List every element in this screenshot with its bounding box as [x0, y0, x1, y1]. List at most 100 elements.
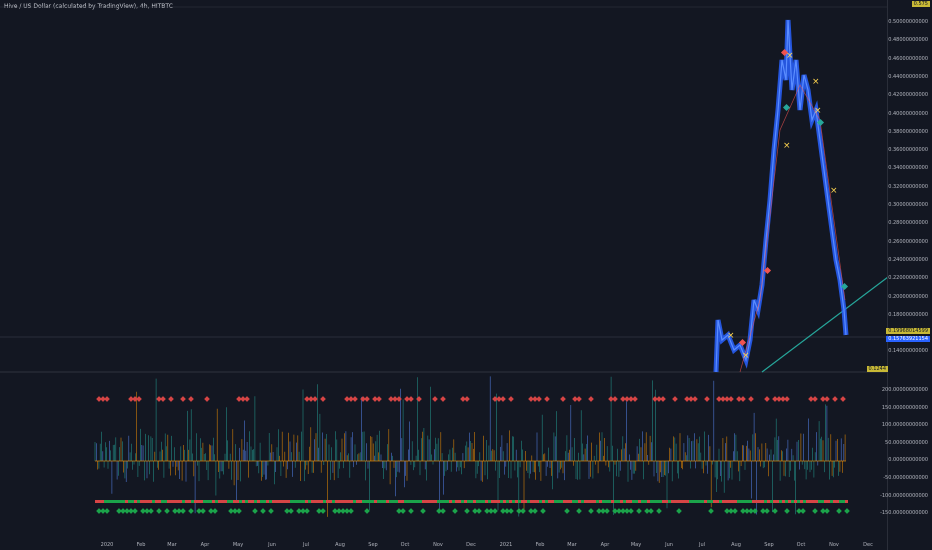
- osc-bottom-marker: [260, 508, 266, 514]
- osc-band-cell: [650, 500, 653, 503]
- osc-band-cell: [419, 500, 422, 503]
- osc-top-marker: [576, 396, 582, 402]
- price-axis[interactable]: 0.50000000000 0.48000000000 0.46000000000 0…: [887, 0, 932, 550]
- osc-top-marker: [832, 396, 838, 402]
- time-tick: Oct: [796, 542, 806, 548]
- osc-band-cell: [281, 500, 284, 503]
- osc-band-cell: [329, 500, 332, 503]
- time-tick: Aug: [731, 542, 741, 548]
- osc-bottom-marker: [540, 508, 546, 514]
- price-tick: 0.44000000000: [888, 73, 928, 80]
- osc-band-cell: [404, 500, 407, 503]
- time-tick: Nov: [829, 542, 839, 548]
- osc-bottom-marker: [156, 508, 162, 514]
- osc-band-cell: [728, 500, 731, 503]
- osc-band-cell: [698, 500, 701, 503]
- osc-band-cell: [587, 500, 590, 503]
- osc-bottom-marker: [636, 508, 642, 514]
- osc-band-cell: [278, 500, 281, 503]
- osc-band-cell: [434, 500, 437, 503]
- osc-bottom-marker: [628, 508, 634, 514]
- osc-band-cell: [794, 500, 797, 503]
- osc-bottom-marker: [148, 508, 154, 514]
- chart-canvas[interactable]: ×××××××: [0, 0, 888, 550]
- osc-top-marker: [508, 396, 514, 402]
- osc-bottom-marker: [304, 508, 310, 514]
- osc-tick: 200.00000000000: [881, 387, 928, 393]
- osc-band-cell: [356, 500, 359, 503]
- osc-bottom-marker: [348, 508, 354, 514]
- osc-band-cell: [689, 500, 692, 503]
- price-tick: 0.46000000000: [888, 55, 928, 62]
- osc-bottom-marker: [588, 508, 594, 514]
- osc-band-cell: [839, 500, 842, 503]
- osc-bottom-marker: [836, 508, 842, 514]
- osc-bottom-marker: [520, 508, 526, 514]
- price-tick: 0.30000000000: [888, 202, 928, 208]
- osc-band-cell: [770, 500, 773, 503]
- osc-band-cell: [437, 500, 440, 503]
- price-tick: 0.42000000000: [888, 92, 928, 99]
- time-tick: Sep: [368, 542, 378, 548]
- osc-band-cell: [413, 500, 416, 503]
- osc-band-cell: [464, 500, 467, 503]
- osc-band-cell: [713, 500, 716, 503]
- osc-band-cell: [299, 500, 302, 503]
- osc-top-marker: [432, 396, 438, 402]
- time-tick: Apr: [200, 542, 210, 548]
- osc-band-cell: [800, 500, 803, 503]
- osc-band-cell: [269, 500, 272, 503]
- osc-top-marker: [376, 396, 382, 402]
- osc-band-cell: [533, 500, 536, 503]
- osc-band-cell: [716, 500, 719, 503]
- osc-band-cell: [527, 500, 530, 503]
- osc-band-cell: [308, 500, 311, 503]
- osc-band-cell: [626, 500, 629, 503]
- osc-bottom-marker: [764, 508, 770, 514]
- osc-band-cell: [707, 500, 710, 503]
- osc-bottom-marker: [844, 508, 850, 514]
- osc-band-cell: [320, 500, 323, 503]
- osc-bottom-marker: [708, 508, 714, 514]
- osc-band-cell: [119, 500, 122, 503]
- osc-band-cell: [347, 500, 350, 503]
- osc-band-cell: [110, 500, 113, 503]
- osc-band-cell: [149, 500, 152, 503]
- osc-band-cell: [377, 500, 380, 503]
- osc-band-cell: [245, 500, 248, 503]
- osc-band-cell: [593, 500, 596, 503]
- osc-band-cell: [671, 500, 674, 503]
- osc-band-cell: [701, 500, 704, 503]
- price-tick: 0.34000000000: [888, 165, 928, 172]
- osc-bottom-marker: [252, 508, 258, 514]
- osc-band-cell: [353, 500, 356, 503]
- osc-band-cell: [521, 500, 524, 503]
- osc-top-marker: [704, 396, 710, 402]
- time-tick: Nov: [433, 542, 443, 548]
- osc-band-cell: [833, 500, 836, 503]
- osc-band-cell: [590, 500, 593, 503]
- osc-bottom-marker: [784, 508, 790, 514]
- osc-band-cell: [197, 500, 200, 503]
- osc-band-cell: [476, 500, 479, 503]
- osc-top-marker: [204, 396, 210, 402]
- osc-band-cell: [203, 500, 206, 503]
- osc-band-cell: [779, 500, 782, 503]
- price-tick: 0.50000000000: [888, 19, 928, 25]
- osc-band-cell: [605, 500, 608, 503]
- osc-band-cell: [662, 500, 665, 503]
- osc-band-cell: [374, 500, 377, 503]
- osc-band-cell: [611, 500, 614, 503]
- osc-band-cell: [167, 500, 170, 503]
- osc-band-cell: [584, 500, 587, 503]
- osc-band-cell: [227, 500, 230, 503]
- price-tick: 0.28000000000: [888, 220, 928, 227]
- osc-band-cell: [497, 500, 500, 503]
- osc-bottom-marker: [732, 508, 738, 514]
- osc-tick: 0.00000000000: [888, 457, 928, 464]
- osc-bottom-marker: [400, 508, 406, 514]
- top-price-tag: 0.575: [911, 1, 930, 7]
- osc-top-marker: [544, 396, 550, 402]
- osc-band-cell: [440, 500, 443, 503]
- osc-band-cell: [695, 500, 698, 503]
